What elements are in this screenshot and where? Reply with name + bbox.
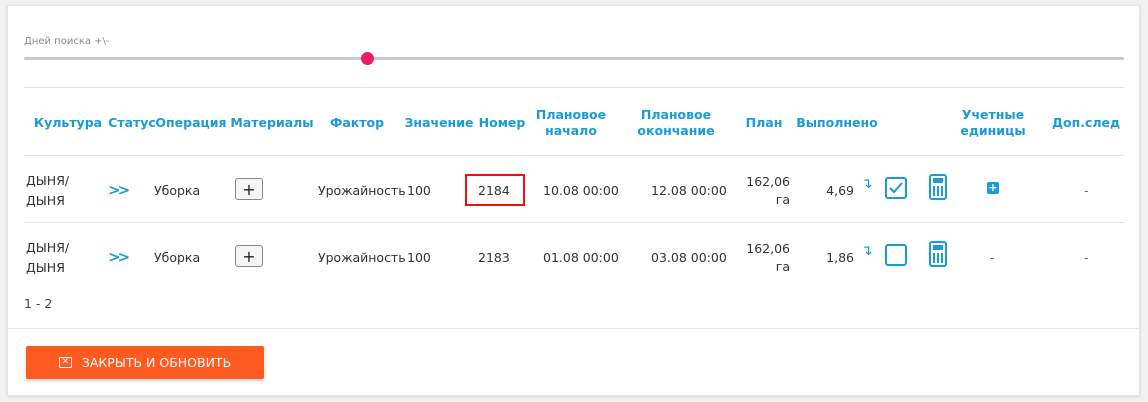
cell-value: 100 (407, 182, 431, 198)
calculator-icon[interactable] (929, 241, 947, 267)
arrow-down-right-icon: ↴ (861, 243, 873, 259)
header-top-divider (24, 87, 1124, 88)
cell-number: 2183 (478, 249, 510, 265)
cell-plan-start: 01.08 00:00 (543, 249, 619, 265)
done-checkbox-unchecked[interactable] (885, 244, 907, 266)
done-checkbox-checked[interactable] (885, 177, 907, 199)
col-header-done[interactable]: Выполнено (796, 103, 878, 143)
cell-factor: Урожайность (318, 182, 406, 198)
cell-factor: Урожайность (318, 249, 406, 265)
col-header-units[interactable]: Учетные единицы (958, 103, 1028, 143)
cell-operation: Уборка (154, 249, 201, 265)
cell-plan: 162,06 га (746, 241, 790, 274)
col-header-number[interactable]: Номер (473, 103, 531, 143)
cell-done: 1,86 (826, 249, 854, 265)
status-double-chevron-icon[interactable]: >> (108, 179, 130, 201)
cell-value: 100 (407, 249, 431, 265)
cell-plan-start: 10.08 00:00 (543, 182, 619, 198)
calculator-icon[interactable] (929, 174, 947, 200)
cell-done: 4,69 (826, 182, 854, 198)
header-bottom-divider (24, 155, 1124, 156)
row-divider (24, 222, 1124, 223)
days-search-slider-thumb[interactable] (361, 52, 374, 65)
col-header-factor[interactable]: Фактор (318, 103, 396, 143)
cell-culture: ДЫНЯ/ ДЫНЯ (26, 173, 70, 208)
add-units-icon[interactable]: + (987, 182, 999, 194)
col-header-value[interactable]: Значение (404, 103, 474, 143)
cell-extra: - (1084, 182, 1089, 198)
cell-plan-end: 03.08 00:00 (651, 249, 727, 265)
arrow-down-right-icon: ↴ (861, 176, 873, 192)
col-header-extra[interactable]: Доп.след (1048, 103, 1124, 143)
cell-culture: ДЫНЯ/ ДЫНЯ (26, 240, 70, 275)
close-and-refresh-label: ЗАКРЫТЬ И ОБНОВИТЬ (81, 355, 232, 370)
status-double-chevron-icon[interactable]: >> (108, 246, 130, 268)
dialog-card: Дней поиска +\- Культура Статус Операция… (7, 5, 1141, 396)
cell-plan-end: 12.08 00:00 (651, 182, 727, 198)
footer-divider (8, 328, 1141, 329)
col-header-culture[interactable]: Культура (24, 103, 112, 143)
col-header-plan[interactable]: План (734, 103, 794, 143)
col-header-materials[interactable]: Материалы (230, 103, 313, 143)
checkmark-icon (889, 182, 903, 194)
cell-units: - (990, 249, 995, 265)
days-search-slider-track[interactable] (24, 57, 1124, 60)
cell-plan: 162,06 га (746, 174, 790, 207)
add-material-button[interactable]: + (235, 178, 263, 200)
col-header-operation[interactable]: Операция (152, 103, 230, 143)
col-header-plan-start[interactable]: Плановое начало (530, 103, 612, 143)
add-material-button[interactable]: + (235, 245, 263, 267)
col-header-plan-end[interactable]: Плановое окончание (628, 103, 724, 143)
cell-extra: - (1084, 249, 1089, 265)
cell-number: 2184 (478, 182, 510, 198)
cell-operation: Уборка (154, 182, 201, 198)
close-box-icon: ✕ (58, 357, 72, 368)
pager-range: 1 - 2 (24, 296, 53, 311)
days-search-label: Дней поиска +\- (24, 36, 110, 47)
close-and-refresh-button[interactable]: ✕ ЗАКРЫТЬ И ОБНОВИТЬ (26, 346, 264, 379)
